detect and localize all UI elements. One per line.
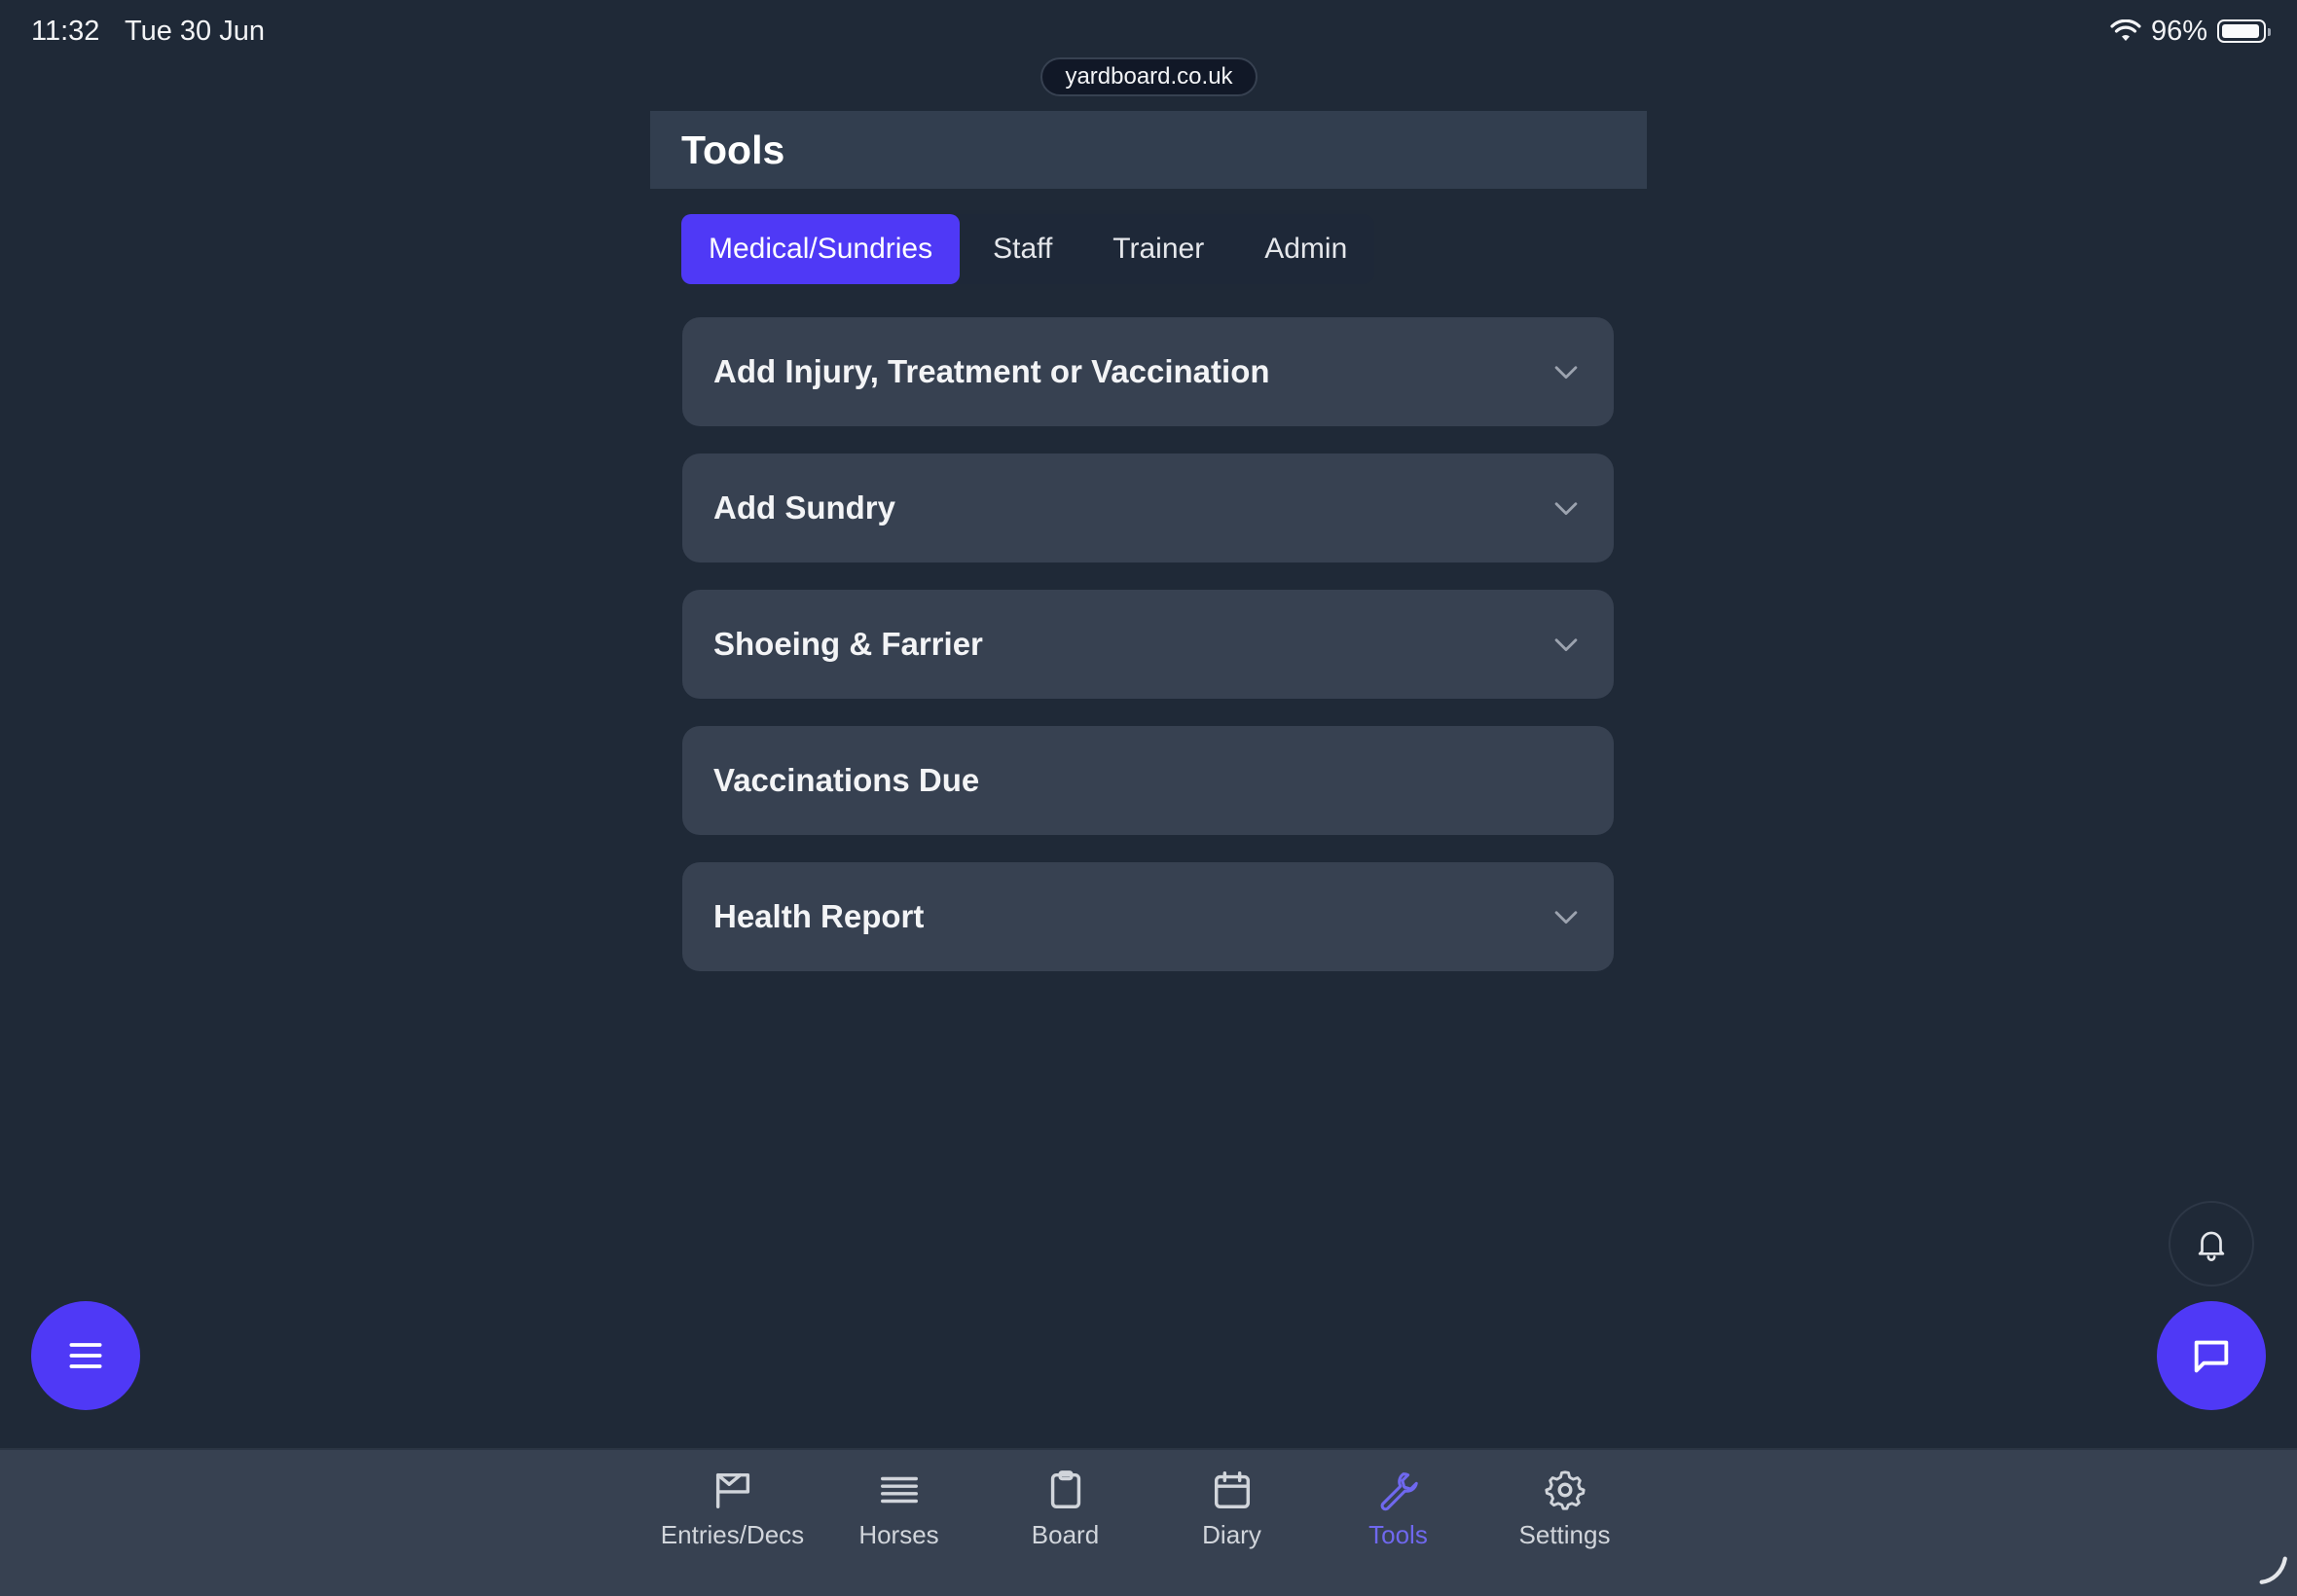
tab-medical-sundries[interactable]: Medical/Sundries — [681, 214, 961, 284]
card-label: Health Report — [713, 898, 925, 934]
nav-entries-decs[interactable]: Entries/Decs — [649, 1468, 816, 1550]
nav-label: Settings — [1518, 1520, 1611, 1549]
nav-settings[interactable]: Settings — [1481, 1468, 1648, 1550]
status-date: Tue 30 Jun — [124, 15, 265, 47]
tab-admin[interactable]: Admin — [1237, 214, 1374, 284]
clipboard-icon — [1050, 1470, 1080, 1508]
chevron-down-icon — [1554, 638, 1578, 652]
url-bar[interactable]: yardboard.co.uk — [1040, 57, 1258, 96]
tab-bar: Medical/Sundries Staff Trainer Admin — [681, 214, 1375, 284]
nav-diary[interactable]: Diary — [1148, 1468, 1315, 1550]
status-right: 96% — [2110, 15, 2271, 48]
nav-board[interactable]: Board — [982, 1468, 1148, 1550]
bottom-nav: Entries/Decs Horses Board Diary Tools Se… — [0, 1448, 2297, 1596]
card-label: Add Sundry — [713, 490, 895, 526]
nav-horses[interactable]: Horses — [816, 1468, 982, 1550]
page-title: Tools — [681, 127, 785, 172]
wifi-icon — [2110, 19, 2141, 41]
flag-icon — [715, 1472, 749, 1508]
nav-label: Board — [1031, 1520, 1100, 1549]
nav-label: Diary — [1202, 1520, 1261, 1549]
notifications-button[interactable] — [2169, 1201, 2254, 1287]
add-injury-card[interactable]: Add Injury, Treatment or Vaccination — [682, 317, 1614, 426]
url-text: yardboard.co.uk — [1065, 63, 1233, 90]
battery-icon — [2217, 19, 2271, 43]
wrench-icon — [1380, 1472, 1418, 1511]
status-left: 11:32 Tue 30 Jun — [31, 16, 282, 48]
nav-label: Entries/Decs — [660, 1520, 805, 1549]
gear-icon — [1544, 1470, 1586, 1510]
resize-handle-icon — [2259, 1556, 2287, 1584]
nav-tools[interactable]: Tools — [1315, 1468, 1481, 1550]
list-icon — [880, 1476, 918, 1504]
chat-icon — [2194, 1340, 2229, 1373]
vaccinations-due-card[interactable]: Vaccinations Due — [682, 726, 1614, 835]
card-label: Shoeing & Farrier — [713, 626, 983, 662]
status-time: 11:32 — [31, 15, 100, 47]
add-sundry-card[interactable]: Add Sundry — [682, 453, 1614, 562]
card-label: Vaccinations Due — [713, 762, 980, 798]
tools-card-list: Add Injury, Treatment or Vaccination Add… — [682, 317, 1614, 998]
bell-icon — [2198, 1231, 2225, 1261]
battery-percent: 96% — [2150, 15, 2207, 47]
status-bar: 11:32 Tue 30 Jun 96% — [0, 0, 2297, 62]
tab-staff[interactable]: Staff — [966, 214, 1079, 284]
calendar-icon — [1214, 1471, 1250, 1508]
menu-button[interactable] — [31, 1301, 140, 1410]
health-report-card[interactable]: Health Report — [682, 862, 1614, 971]
battery-level — [2222, 24, 2260, 38]
page-header: Tools — [650, 111, 1647, 189]
tab-trainer[interactable]: Trainer — [1085, 214, 1231, 284]
nav-label: Tools — [1368, 1520, 1428, 1549]
chevron-down-icon — [1554, 366, 1578, 380]
chat-button[interactable] — [2157, 1301, 2266, 1410]
nav-label: Horses — [858, 1520, 939, 1549]
chevron-down-icon — [1554, 911, 1578, 925]
card-label: Add Injury, Treatment or Vaccination — [713, 353, 1270, 389]
shoeing-farrier-card[interactable]: Shoeing & Farrier — [682, 590, 1614, 699]
hamburger-icon — [69, 1343, 102, 1368]
chevron-down-icon — [1554, 502, 1578, 516]
